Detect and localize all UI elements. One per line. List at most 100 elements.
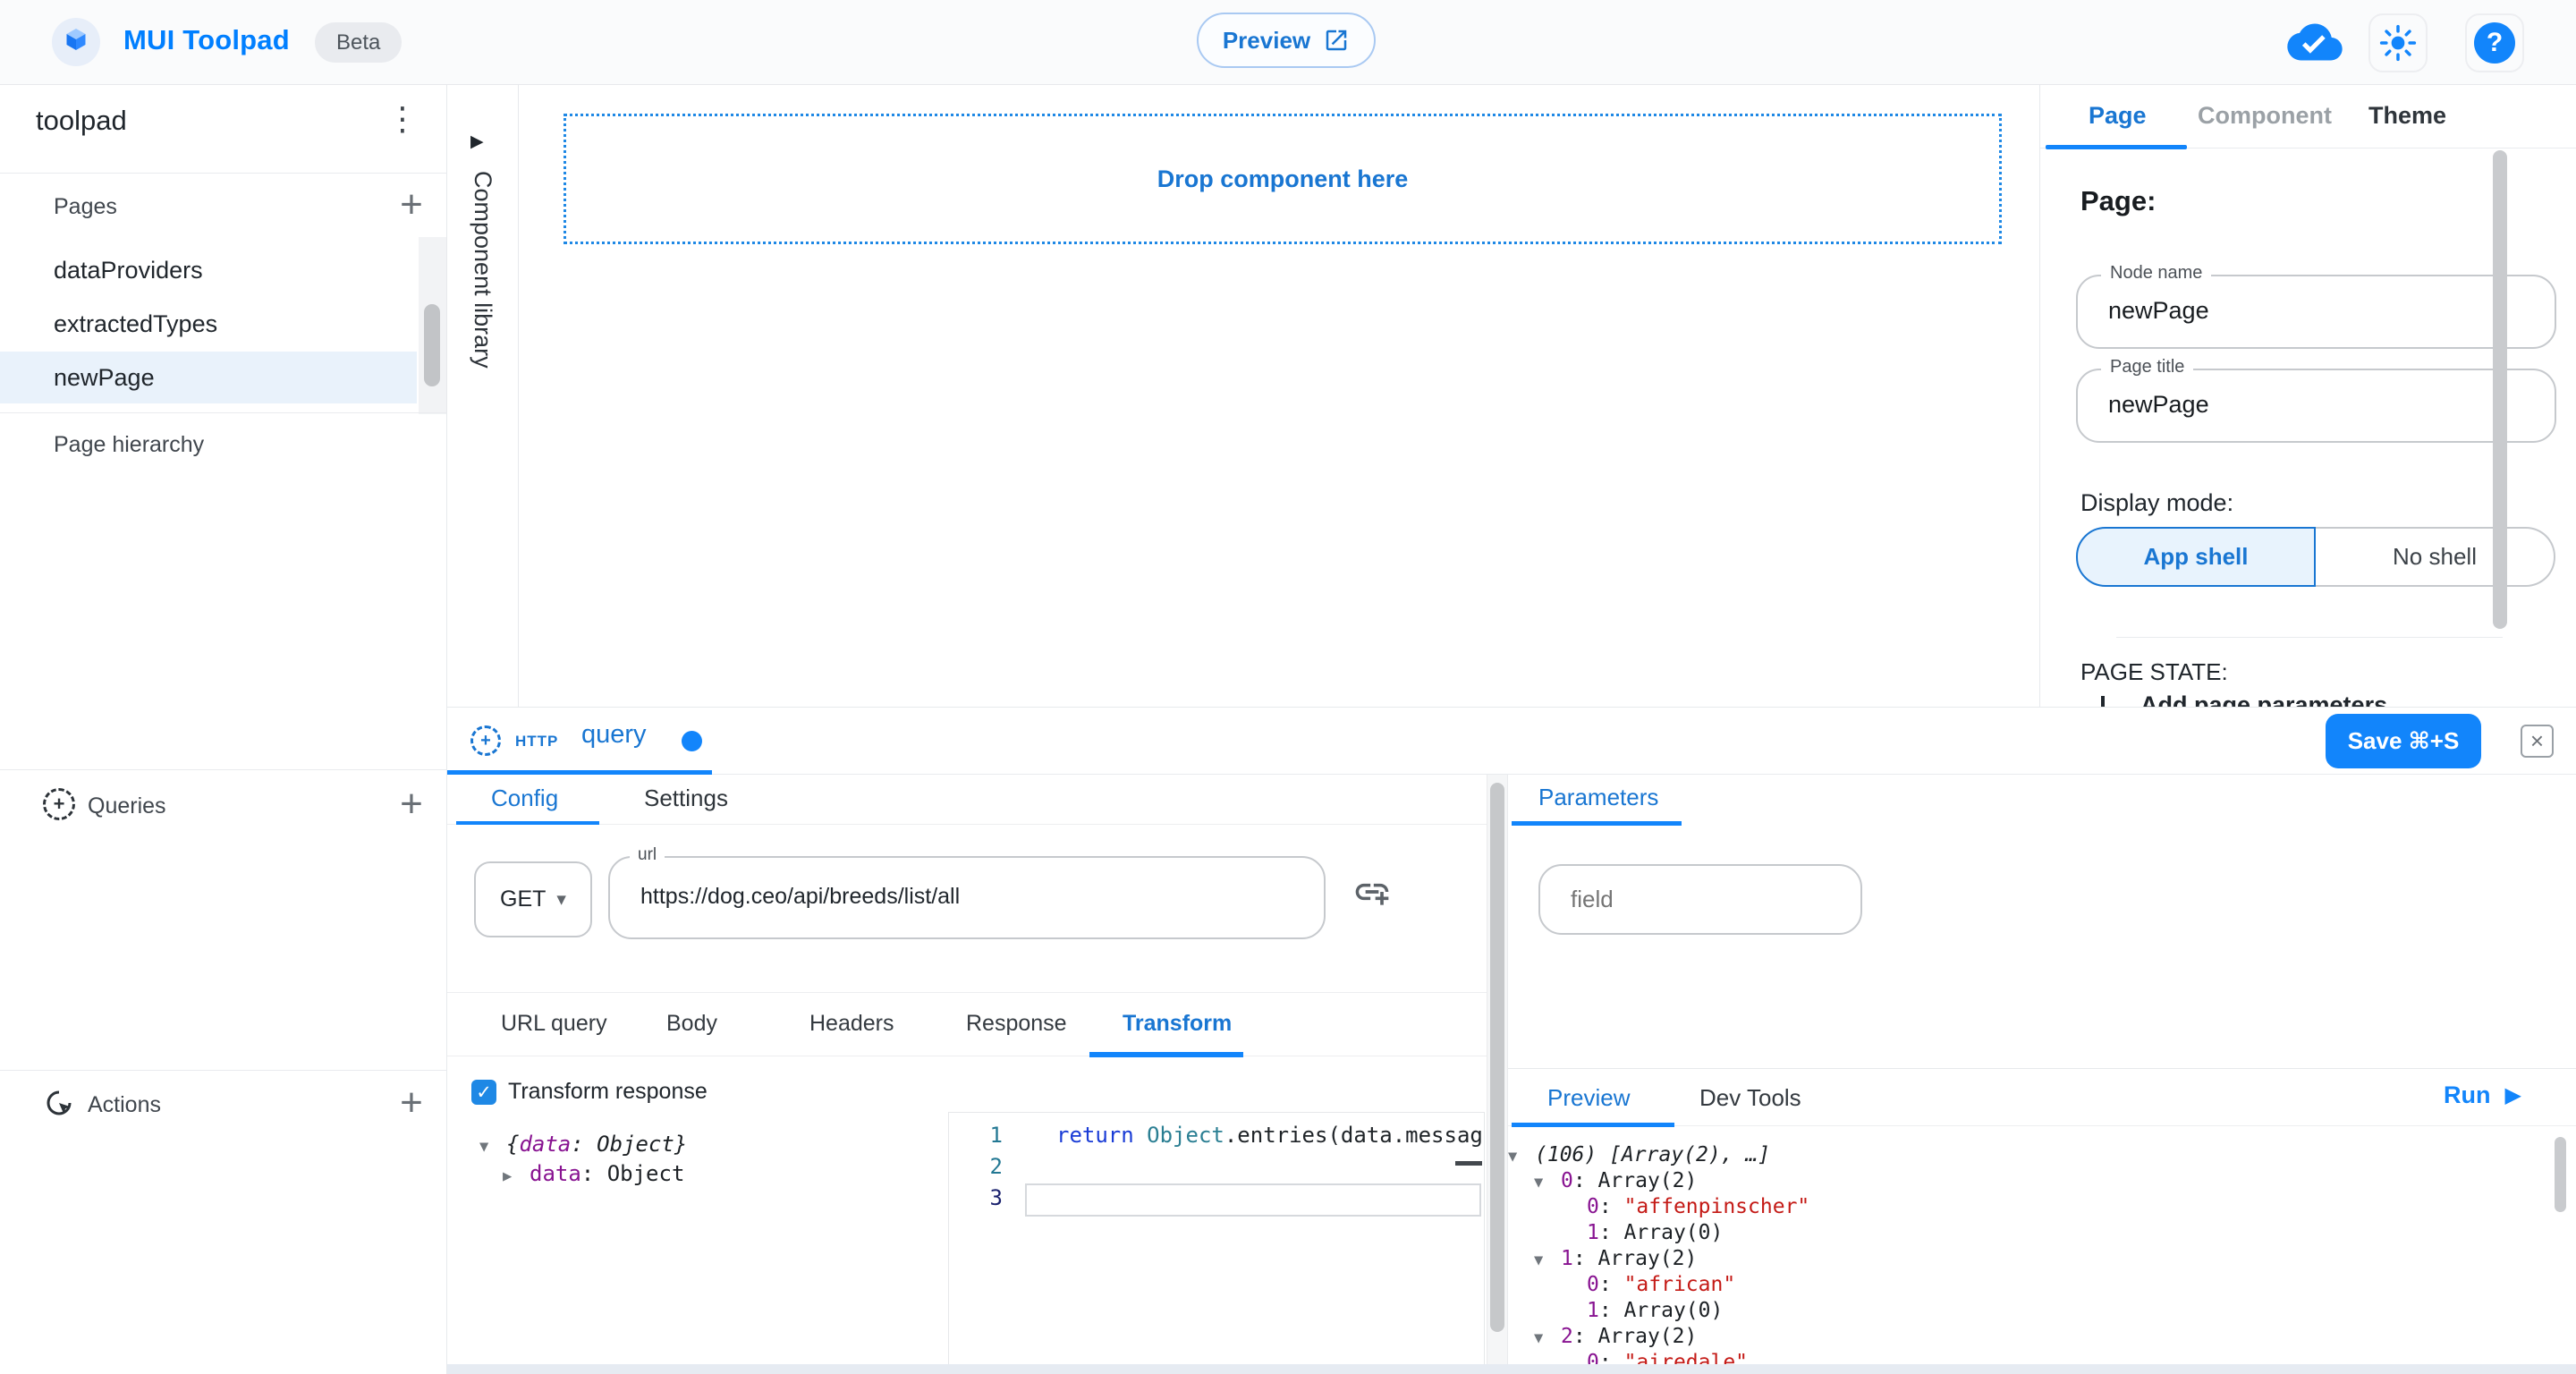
code-line bbox=[1056, 1183, 1483, 1214]
active-subtab-indicator bbox=[1089, 1052, 1243, 1057]
tree-segment: data bbox=[519, 1132, 571, 1157]
tab-preview[interactable]: Preview bbox=[1547, 1084, 1630, 1112]
tab-headers[interactable]: Headers bbox=[809, 1011, 894, 1037]
query-tab[interactable]: query bbox=[581, 720, 647, 750]
result-json-tree: ▼(106) [Array(2), …]▼0: Array(2)0: "affe… bbox=[1508, 1142, 2555, 1374]
http-method-select[interactable]: GET ▾ bbox=[474, 861, 592, 937]
tree-segment: : Array(2) bbox=[1573, 1169, 1697, 1192]
theme-toggle-button[interactable] bbox=[2368, 13, 2428, 72]
query-editor-panel: + HTTP query Save ⌘+S × Config Settings … bbox=[447, 707, 2576, 1374]
node-name-input[interactable] bbox=[2108, 284, 2520, 337]
node-name-field: Node name bbox=[2076, 275, 2556, 349]
page-title-label: Page title bbox=[2101, 357, 2193, 377]
project-menu-button[interactable]: ⋮ bbox=[386, 101, 419, 137]
queries-icon: + bbox=[43, 788, 75, 820]
run-button[interactable]: Run ▶ bbox=[2444, 1081, 2521, 1109]
add-query-button[interactable]: + bbox=[390, 785, 433, 827]
tree-segment: 1 bbox=[1561, 1247, 1573, 1270]
display-mode-no-shell[interactable]: No shell bbox=[2316, 527, 2555, 587]
tab-transform[interactable]: Transform bbox=[1123, 1011, 1232, 1037]
tree-segment: : Array(0) bbox=[1599, 1299, 1723, 1322]
tree-toggle-icon[interactable]: ▶ bbox=[503, 1162, 530, 1192]
page-state-label: PAGE STATE: bbox=[2080, 658, 2228, 686]
transform-response-checkbox[interactable]: ✓ bbox=[471, 1080, 496, 1105]
code-token: return bbox=[1056, 1123, 1147, 1148]
parameter-field-input[interactable] bbox=[1571, 873, 1839, 925]
expand-library-icon[interactable]: ▶ bbox=[470, 131, 484, 152]
active-query-tab-indicator bbox=[447, 770, 712, 775]
tab-theme[interactable]: Theme bbox=[2368, 102, 2446, 130]
help-button[interactable]: ? bbox=[2465, 13, 2524, 72]
tree-row: ▶data: Object bbox=[479, 1159, 687, 1189]
divider bbox=[0, 173, 447, 174]
tree-segment: : Object bbox=[581, 1161, 685, 1186]
component-library-strip[interactable]: ▶ Component library bbox=[447, 85, 519, 707]
app-title: MUI Toolpad bbox=[123, 24, 290, 56]
response-structure-tree: ▼{data: Object}▶data: Object bbox=[479, 1130, 687, 1189]
sidebar-item-dataproviders[interactable]: dataProviders bbox=[0, 244, 417, 296]
tab-url-query[interactable]: URL query bbox=[501, 1011, 607, 1037]
add-action-button[interactable]: + bbox=[390, 1083, 433, 1126]
tab-parameters[interactable]: Parameters bbox=[1538, 784, 1658, 811]
sidebar-item-extractedtypes[interactable]: extractedTypes bbox=[0, 298, 417, 350]
tree-toggle-icon[interactable]: ▼ bbox=[1534, 1170, 1561, 1196]
drop-zone-hint: Drop component here bbox=[1157, 165, 1409, 193]
editor-code[interactable]: return Object.entries(data.messag bbox=[1056, 1120, 1483, 1214]
preview-button[interactable]: Preview bbox=[1197, 13, 1376, 68]
tree-row: ▼{data: Object} bbox=[479, 1130, 687, 1159]
tab-body[interactable]: Body bbox=[666, 1011, 717, 1037]
sidebar-item-newpage[interactable]: newPage bbox=[0, 352, 417, 403]
page-title-input[interactable] bbox=[2108, 377, 2520, 431]
http-method-value: GET bbox=[500, 886, 546, 912]
tree-segment: data bbox=[530, 1161, 581, 1186]
tree-segment: : Array(0) bbox=[1599, 1221, 1723, 1244]
tree-toggle-icon[interactable]: ▼ bbox=[1534, 1248, 1561, 1274]
results-scrollbar-thumb[interactable] bbox=[2555, 1137, 2566, 1212]
mui-logo-icon[interactable] bbox=[52, 18, 100, 66]
add-page-button[interactable]: + bbox=[390, 185, 433, 228]
add-page-parameters-button[interactable]: Add page parameters bbox=[2140, 691, 2387, 707]
divider bbox=[447, 774, 2576, 775]
tree-segment: : Array(2) bbox=[1573, 1325, 1697, 1348]
play-icon: ▶ bbox=[2504, 1082, 2521, 1108]
save-button[interactable]: Save ⌘+S bbox=[2326, 714, 2481, 768]
sun-icon bbox=[2379, 24, 2417, 62]
line-number: 3 bbox=[949, 1183, 1019, 1214]
config-scrollbar-thumb[interactable] bbox=[1490, 783, 1504, 1332]
tab-page[interactable]: Page bbox=[2089, 102, 2147, 130]
inspector-panel: Page Component Theme Page: Node name Pag… bbox=[2039, 85, 2576, 707]
component-drop-zone[interactable]: Drop component here bbox=[564, 114, 2002, 244]
url-label: url bbox=[630, 845, 665, 865]
pages-scrollbar-thumb[interactable] bbox=[424, 304, 440, 386]
tree-row: ▼(106) [Array(2), …] bbox=[1508, 1142, 2555, 1168]
tab-component[interactable]: Component bbox=[2198, 102, 2332, 130]
app-header: MUI Toolpad Beta Preview ? bbox=[0, 0, 2576, 85]
tree-toggle-icon[interactable]: ▼ bbox=[1534, 1326, 1561, 1352]
display-mode-app-shell[interactable]: App shell bbox=[2076, 527, 2316, 587]
mui-toolpad-app: MUI Toolpad Beta Preview ? bbox=[0, 0, 2576, 1374]
code-token: .entries(data.messag bbox=[1224, 1123, 1483, 1148]
close-panel-button[interactable]: × bbox=[2521, 725, 2554, 758]
parameter-field bbox=[1538, 864, 1862, 935]
request-subtabs: URL query Body Headers Response Transfor… bbox=[447, 992, 1487, 1056]
url-input[interactable] bbox=[640, 869, 1302, 924]
tab-response[interactable]: Response bbox=[966, 1011, 1067, 1037]
tab-dev-tools[interactable]: Dev Tools bbox=[1699, 1084, 1801, 1112]
tree-toggle-icon[interactable]: ▼ bbox=[479, 1132, 506, 1162]
display-mode-label: Display mode: bbox=[2080, 489, 2233, 517]
inspector-scrollbar-thumb[interactable] bbox=[2493, 150, 2507, 629]
tree-toggle-icon[interactable]: ▼ bbox=[1508, 1144, 1535, 1170]
editor-line-numbers: 123 bbox=[949, 1120, 1019, 1214]
open-in-new-icon bbox=[1323, 27, 1350, 54]
active-config-tab-indicator bbox=[456, 821, 599, 825]
tree-segment: 0 bbox=[1561, 1169, 1573, 1192]
code-line bbox=[1056, 1151, 1483, 1183]
add-binding-link-icon[interactable] bbox=[1352, 872, 1392, 916]
tree-segment: : bbox=[1599, 1195, 1624, 1218]
question-icon: ? bbox=[2474, 22, 2515, 64]
line-number: 1 bbox=[949, 1120, 1019, 1151]
results-tabs: Preview Dev Tools Run ▶ bbox=[1508, 1068, 2576, 1126]
code-editor[interactable]: 123 return Object.entries(data.messag bbox=[948, 1112, 1485, 1365]
tab-config[interactable]: Config bbox=[491, 785, 558, 812]
tab-settings[interactable]: Settings bbox=[644, 785, 728, 812]
